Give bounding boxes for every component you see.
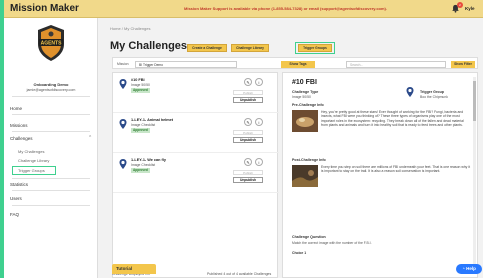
post-challenge-label: Post-Challenge Info [292,158,326,162]
trigger-group-label: Trigger Group [420,90,444,94]
sidebar-item-faq[interactable]: FAQ [10,212,19,217]
sidebar-item-users[interactable]: Users [10,196,22,201]
app-frame: Mission Maker Mission Maker Support is a… [4,0,483,278]
filter-bar: Mission BI Trigger Demo Show Tags Search… [112,57,478,69]
search-input[interactable]: Search... [346,60,446,68]
publish-button[interactable]: Publish [233,90,263,95]
user-name[interactable]: Kyle [465,6,475,11]
map-pin-icon [119,159,127,169]
help-button[interactable]: ◔ Help [456,264,482,274]
unpublish-button[interactable]: Unpublish [233,177,263,183]
publish-button[interactable]: Publish [233,170,263,175]
sidebar-subitem-challenge-library[interactable]: Challenge Library [18,158,49,163]
status-badge: Approved [131,168,150,173]
sidebar-item-challenges[interactable]: Challenges [10,136,33,141]
edit-icon[interactable]: ✎ [244,118,252,126]
mission-label: Mission [117,62,129,66]
list-item[interactable]: 1-LEY-1- Animal helmet Image Checklist A… [113,113,279,153]
breadcrumb: Home / My Challenges [110,26,151,31]
challenge-title: 1-LEY-1- Animal helmet [131,118,174,122]
list-item[interactable]: 1-LEY-1- We can fly Image Checklist Appr… [113,153,279,193]
challenge-type: Image Checklist [131,123,156,127]
agents-logo: AGENTS [38,25,64,61]
show-filter-button[interactable]: Show Filter [451,60,475,68]
chat-icon: ◔ [462,266,465,271]
breadcrumb-current: My Challenges [124,26,151,31]
detail-title: #10 FBI [292,79,317,86]
pre-challenge-label: Pre-Challenge Info [292,103,324,107]
publish-button[interactable]: Publish [233,130,263,135]
list-item[interactable]: #10 FBI Image 50/50 Approved ✎ i Publish… [113,73,279,113]
scrollbar-thumb[interactable] [473,81,476,121]
highlight-trigger-groups-button [295,42,335,54]
trigger-group-value: Boo the Chipmunk [420,95,448,99]
top-bar: Mission Maker Mission Maker Support is a… [4,0,483,18]
edit-icon[interactable]: ✎ [244,78,252,86]
footer-center: Published 4 out of 4 available Challenge… [207,272,272,276]
app-title: Mission Maker [10,3,79,14]
tutorial-tab[interactable]: Tutorial [112,264,156,274]
challenge-title: 1-LEY-1- We can fly [131,158,166,162]
page-title: My Challenges [110,40,188,52]
org-name: Onboarding Demo [33,82,69,87]
edit-icon[interactable]: ✎ [244,158,252,166]
highlight-trigger-groups [12,166,56,175]
sidebar-subitem-my-challenges[interactable]: My Challenges [18,149,44,154]
sidebar-item-statistics[interactable]: Statistics [10,182,28,187]
challenge-type: Image 50/50 [131,83,150,87]
divider [12,178,90,179]
svg-text:AGENTS: AGENTS [41,41,63,47]
status-badge: Approved [131,128,150,133]
create-challenge-button[interactable]: Create a Challenge [187,44,227,52]
challenge-type-value: Image 50/50 [292,95,311,99]
info-icon[interactable]: i [255,78,263,86]
challenge-title: #10 FBI [131,78,145,82]
post-challenge-image [292,165,318,187]
challenge-question-label: Challenge Question [292,235,326,239]
info-icon[interactable]: i [255,118,263,126]
map-pin-icon [119,79,127,89]
challenge-list: #10 FBI Image 50/50 Approved ✎ i Publish… [112,72,279,278]
info-icon[interactable]: i [255,158,263,166]
pre-challenge-image [292,110,318,132]
challenge-type-label: Challenge Type [292,90,319,94]
map-pin-icon [406,87,414,97]
mission-select[interactable]: BI Trigger Demo [135,60,237,68]
challenge-question-text: Match the correct image with the number … [292,241,372,245]
chevron-up-icon[interactable]: ⌃ [88,135,92,141]
notification-badge: 2 [457,2,463,8]
show-tags-button[interactable]: Show Tags [281,60,315,68]
challenge-type: Image Checklist [131,163,156,167]
sidebar-item-home[interactable]: Home [10,106,22,111]
footer: Challenge Displayed On Published 4 out o… [112,272,478,278]
status-badge: Approved [131,88,150,93]
divider [12,131,90,132]
challenge-detail: #10 FBI Challenge Type Image 50/50 Trigg… [282,72,478,278]
divider [12,114,90,115]
sidebar-item-missions[interactable]: Missions [10,123,28,128]
support-banner: Mission Maker Support is available via p… [184,6,387,11]
challenge-library-button[interactable]: Challenge Library [231,44,269,52]
org-email: jamie@agentsofdiscovery.com [26,88,76,92]
unpublish-button[interactable]: Unpublish [233,137,263,143]
divider [12,96,90,97]
breadcrumb-home[interactable]: Home [110,26,121,31]
pre-challenge-text: Hey, you're pretty good at these stars! … [321,110,464,128]
divider [12,205,90,206]
post-challenge-text: Every time you step on soil there are mi… [321,165,471,174]
sidebar: AGENTS Onboarding Demo jamie@agentsofdis… [4,18,98,278]
help-label: Help [466,266,476,271]
choice-label: Choice 1 [292,251,307,255]
divider [12,190,90,191]
map-pin-icon [119,119,127,129]
unpublish-button[interactable]: Unpublish [233,97,263,103]
